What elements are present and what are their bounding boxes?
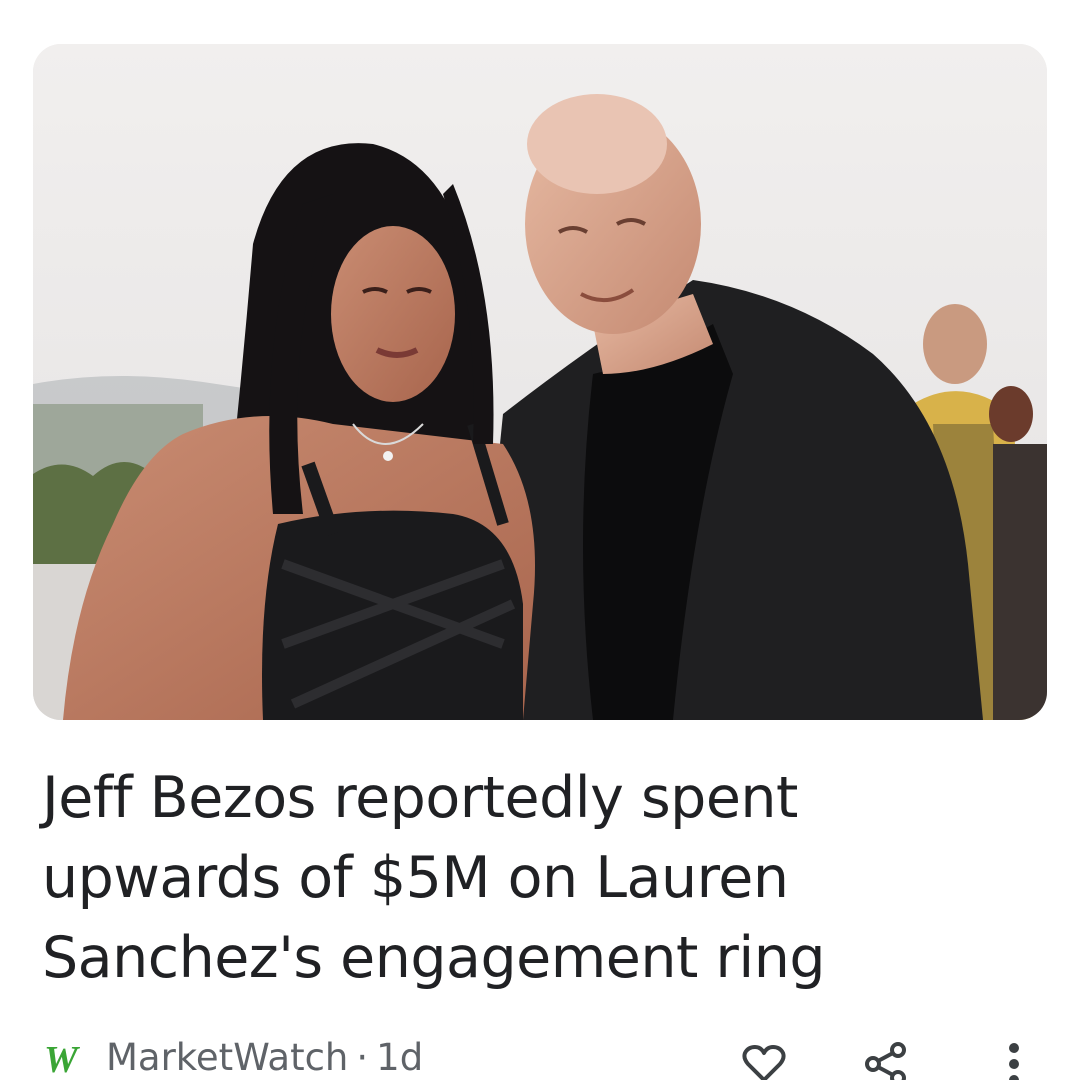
marketwatch-logo-icon: W — [42, 1039, 88, 1080]
publish-age: 1d — [376, 1036, 424, 1079]
source-name[interactable]: MarketWatch — [106, 1036, 348, 1079]
share-button[interactable] — [858, 1036, 914, 1080]
meta-separator: · — [356, 1036, 369, 1079]
more-vertical-icon — [1006, 1042, 1022, 1080]
news-card[interactable]: Jeff Bezos reportedly spent upwards of $… — [0, 0, 1080, 1080]
photo-couple-at-event-icon — [33, 44, 1047, 720]
article-image[interactable] — [33, 44, 1047, 720]
share-icon — [864, 1042, 908, 1080]
like-button[interactable] — [736, 1036, 792, 1080]
heart-outline-icon — [742, 1044, 786, 1080]
svg-text:W: W — [44, 1042, 81, 1076]
more-options-button[interactable] — [986, 1036, 1042, 1080]
article-headline[interactable]: Jeff Bezos reportedly spent upwards of $… — [42, 758, 1002, 998]
source-meta: MarketWatch · 1d — [106, 1036, 423, 1079]
article-footer: W MarketWatch · 1d — [42, 1028, 1052, 1080]
